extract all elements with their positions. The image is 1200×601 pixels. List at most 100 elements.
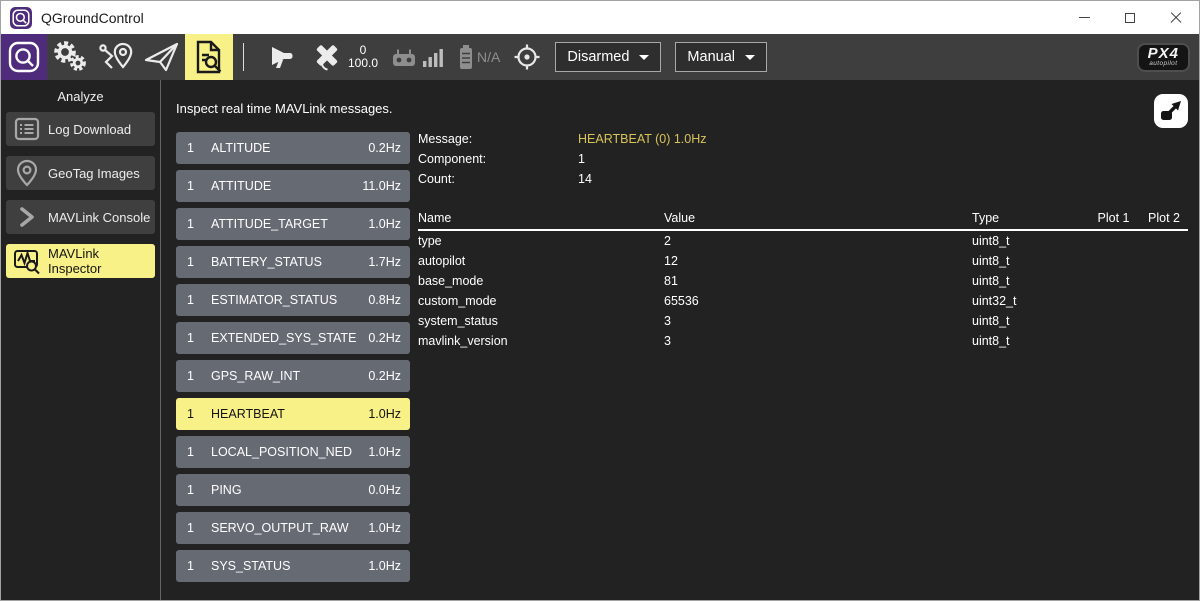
field-name: custom_mode (418, 294, 664, 308)
analyze-button[interactable] (185, 34, 233, 80)
close-button[interactable] (1153, 1, 1199, 34)
message-row[interactable]: 1 SERVO_OUTPUT_RAW 1.0Hz (176, 512, 410, 544)
message-label: Message: (418, 129, 578, 149)
signal-bars-icon (423, 48, 445, 67)
crosshair-icon (513, 43, 541, 71)
field-value: 3 (664, 334, 972, 348)
fly-button[interactable] (139, 34, 185, 80)
chevron-down-icon (639, 55, 649, 60)
message-rate: 1.0Hz (368, 217, 410, 231)
sidebar-item-geotag-images[interactable]: GeoTag Images (6, 156, 155, 190)
rc-transmitter-icon (391, 47, 417, 68)
analyze-sidebar: Analyze Log Download (1, 80, 161, 600)
flight-mode-dropdown[interactable]: Manual (675, 42, 767, 72)
fields-table: Name Value Type Plot 1 Plot 2 type 2 uin… (418, 207, 1188, 351)
message-info-row: Message: HEARTBEAT (0) 1.0Hz (418, 129, 1188, 149)
message-sysid: 1 (176, 217, 211, 231)
popout-expand-icon (1154, 94, 1188, 128)
field-name: mavlink_version (418, 334, 664, 348)
maximize-icon (1125, 13, 1135, 23)
message-row[interactable]: 1 PING 0.0Hz (176, 474, 410, 506)
message-row[interactable]: 1 ATTITUDE_TARGET 1.0Hz (176, 208, 410, 240)
message-name: HEARTBEAT (211, 407, 368, 421)
message-name: ALTITUDE (211, 141, 368, 155)
message-row[interactable]: 1 SYS_STATUS 1.0Hz (176, 550, 410, 582)
message-rate: 1.0Hz (368, 407, 410, 421)
popout-button[interactable] (1154, 94, 1188, 133)
plan-route-icon (97, 41, 135, 73)
field-type: uint8_t (972, 314, 1087, 328)
message-name: BATTERY_STATUS (211, 255, 368, 269)
count-label: Count: (418, 169, 578, 189)
qgc-home-button[interactable] (1, 34, 47, 80)
message-rate: 11.0Hz (362, 179, 410, 193)
qgc-logo-icon (10, 7, 32, 29)
message-row[interactable]: 1 ALTITUDE 0.2Hz (176, 132, 410, 164)
chevron-down-icon (745, 55, 755, 60)
header-value: Value (664, 211, 972, 225)
message-rate: 1.0Hz (368, 559, 410, 573)
minimize-button[interactable] (1061, 1, 1107, 34)
message-sysid: 1 (176, 141, 211, 155)
px4-logo-subtext: autopilot (1148, 60, 1179, 67)
message-name: LOCAL_POSITION_NED (211, 445, 368, 459)
message-row[interactable]: 1 ATTITUDE 11.0Hz (176, 170, 410, 202)
message-sysid: 1 (176, 483, 211, 497)
message-name: SERVO_OUTPUT_RAW (211, 521, 368, 535)
message-name: ATTITUDE_TARGET (211, 217, 368, 231)
sidebar-item-label: GeoTag Images (48, 166, 140, 181)
flight-mode-value: Manual (687, 49, 735, 65)
message-value: HEARTBEAT (0) 1.0Hz (578, 129, 707, 149)
table-row: type 2 uint8_t (418, 231, 1188, 251)
message-row[interactable]: 1 HEARTBEAT 1.0Hz (176, 398, 410, 430)
minimize-icon (1079, 17, 1090, 19)
field-name: type (418, 234, 664, 248)
gears-icon (50, 39, 90, 75)
field-type: uint8_t (972, 334, 1087, 348)
message-sysid: 1 (176, 559, 211, 573)
battery-status[interactable]: N/A (458, 34, 500, 80)
component-info-row: Component: 1 (418, 149, 1188, 169)
message-rate: 1.7Hz (368, 255, 410, 269)
message-name: EXTENDED_SYS_STATE (211, 331, 368, 345)
arm-state-dropdown[interactable]: Disarmed (555, 42, 661, 72)
message-row[interactable]: 1 EXTENDED_SYS_STATE 0.2Hz (176, 322, 410, 354)
sidebar-item-mavlink-console[interactable]: MAVLink Console (6, 200, 155, 234)
mavlink-inspector-page: Inspect real time MAVLink messages. 1 AL… (161, 80, 1199, 600)
audio-status[interactable] (267, 34, 297, 80)
message-row[interactable]: 1 LOCAL_POSITION_NED 1.0Hz (176, 436, 410, 468)
maximize-button[interactable] (1107, 1, 1153, 34)
message-sysid: 1 (176, 293, 211, 307)
message-name: ATTITUDE (211, 179, 362, 193)
field-name: autopilot (418, 254, 664, 268)
field-value: 3 (664, 314, 972, 328)
sidebar-item-mavlink-inspector[interactable]: MAVLink Inspector (6, 244, 155, 278)
sidebar-item-log-download[interactable]: Log Download (6, 112, 155, 146)
message-row[interactable]: 1 GPS_RAW_INT 0.2Hz (176, 360, 410, 392)
table-row: custom_mode 65536 uint32_t (418, 291, 1188, 311)
gps-status[interactable]: 0 100.0 (310, 34, 378, 80)
waveform-magnifier-icon (6, 248, 48, 275)
sidebar-item-label: Log Download (48, 122, 131, 137)
battery-icon (458, 44, 474, 70)
component-value: 1 (578, 149, 585, 169)
sidebar-title: Analyze (1, 85, 160, 112)
plan-button[interactable] (93, 34, 139, 80)
px4-logo-text: PX4 (1148, 47, 1179, 60)
message-sysid: 1 (176, 179, 211, 193)
message-rate: 1.0Hz (368, 445, 410, 459)
arm-state-value: Disarmed (567, 49, 629, 65)
main-toolbar: 0 100.0 (1, 34, 1199, 80)
analyze-document-icon (193, 39, 225, 75)
message-list: 1 ALTITUDE 0.2Hz 1 ATTITUDE 11.0Hz 1 ATT… (176, 132, 410, 588)
rc-status[interactable] (391, 34, 445, 80)
header-type: Type (972, 211, 1087, 225)
settings-button[interactable] (47, 34, 93, 80)
gps-lock-status[interactable] (513, 34, 541, 80)
px4-autopilot-badge[interactable]: PX4 autopilot (1137, 43, 1190, 72)
field-value: 65536 (664, 294, 972, 308)
message-row[interactable]: 1 ESTIMATOR_STATUS 0.8Hz (176, 284, 410, 316)
message-sysid: 1 (176, 445, 211, 459)
field-type: uint32_t (972, 294, 1087, 308)
message-row[interactable]: 1 BATTERY_STATUS 1.7Hz (176, 246, 410, 278)
